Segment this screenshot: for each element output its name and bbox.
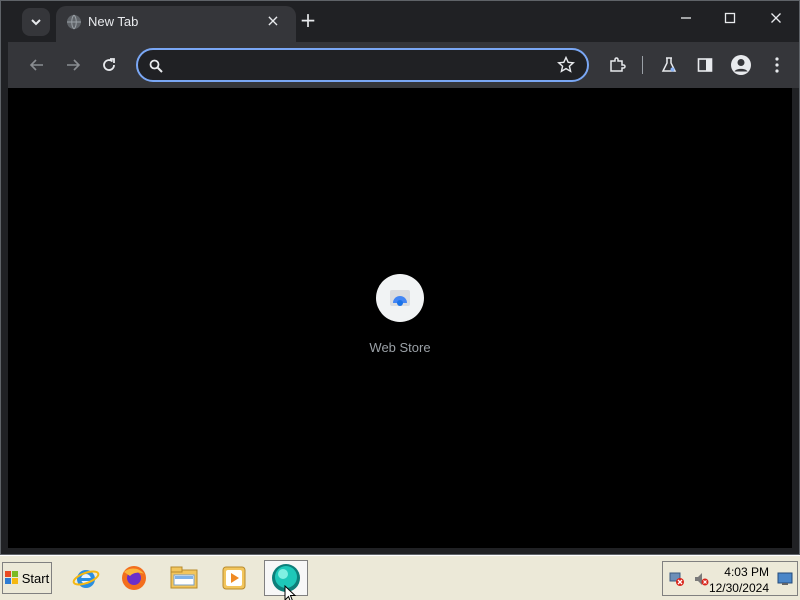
maximize-button[interactable] [718, 6, 742, 30]
start-button[interactable]: Start [2, 562, 52, 594]
tab-search-button[interactable] [22, 8, 50, 36]
side-panel-button[interactable] [692, 52, 718, 78]
taskbar-app-firefox[interactable] [118, 562, 150, 594]
kebab-menu-icon [775, 57, 779, 73]
minimize-icon [681, 17, 691, 19]
tab-strip: New Tab × + [8, 0, 800, 42]
close-icon [771, 13, 781, 23]
side-panel-icon [697, 58, 713, 72]
new-tab-page: Web Store [8, 88, 792, 548]
reload-button[interactable] [96, 52, 122, 78]
folder-icon [170, 566, 198, 589]
show-desktop-icon[interactable] [777, 572, 793, 586]
search-icon [149, 59, 163, 73]
avatar-icon [731, 55, 751, 75]
desktop-screen: New Tab × + Web Store Start 4:03 PM 12/3… [0, 0, 800, 600]
bookmark-star-icon[interactable] [557, 56, 575, 74]
mouse-cursor-icon [284, 585, 297, 600]
close-window-button[interactable] [764, 6, 788, 30]
web-store-icon [390, 290, 410, 306]
firefox-icon [122, 566, 146, 590]
minimize-button[interactable] [674, 6, 698, 30]
maximize-icon [724, 12, 736, 24]
flask-icon [661, 57, 677, 72]
chevron-down-icon [31, 19, 41, 26]
forward-button[interactable] [60, 52, 86, 78]
new-tab-button[interactable]: + [296, 8, 320, 32]
globe-icon [67, 14, 81, 30]
taskbar: Start 4:03 PM 12/30/2024 [0, 555, 800, 600]
shortcut-label: Web Store [369, 340, 431, 355]
browser-toolbar [8, 42, 800, 88]
shortcut-tile [376, 274, 424, 322]
shortcut-web-store[interactable]: Web Store [360, 274, 440, 355]
ie-icon [72, 570, 100, 588]
address-bar[interactable] [136, 48, 589, 82]
menu-button[interactable] [764, 52, 790, 78]
clock-time[interactable]: 4:03 PM [689, 565, 769, 579]
clock-date[interactable]: 12/30/2024 [689, 581, 769, 595]
labs-button[interactable] [656, 52, 682, 78]
address-input[interactable] [170, 53, 550, 77]
close-tab-icon[interactable]: × [264, 12, 282, 30]
reload-icon [103, 58, 115, 71]
start-label: Start [21, 570, 50, 586]
puzzle-icon [610, 57, 626, 72]
tab-title: New Tab [88, 14, 139, 29]
taskbar-app-media-player[interactable] [218, 562, 250, 594]
back-button[interactable] [24, 52, 50, 78]
windows-logo-icon [4, 571, 18, 584]
taskbar-app-file-explorer[interactable] [168, 562, 200, 594]
browser-window: New Tab × + Web Store [0, 0, 800, 555]
media-player-icon [222, 566, 246, 590]
extensions-button[interactable] [604, 52, 630, 78]
tab-new-tab[interactable]: New Tab × [56, 6, 296, 42]
forward-arrow-icon [67, 59, 81, 71]
back-arrow-icon [29, 59, 43, 71]
toolbar-divider [642, 56, 643, 74]
taskbar-app-internet-explorer[interactable] [70, 562, 102, 594]
network-error-icon[interactable] [669, 571, 685, 587]
profile-button[interactable] [728, 52, 754, 78]
system-tray: 4:03 PM 12/30/2024 [662, 561, 798, 596]
